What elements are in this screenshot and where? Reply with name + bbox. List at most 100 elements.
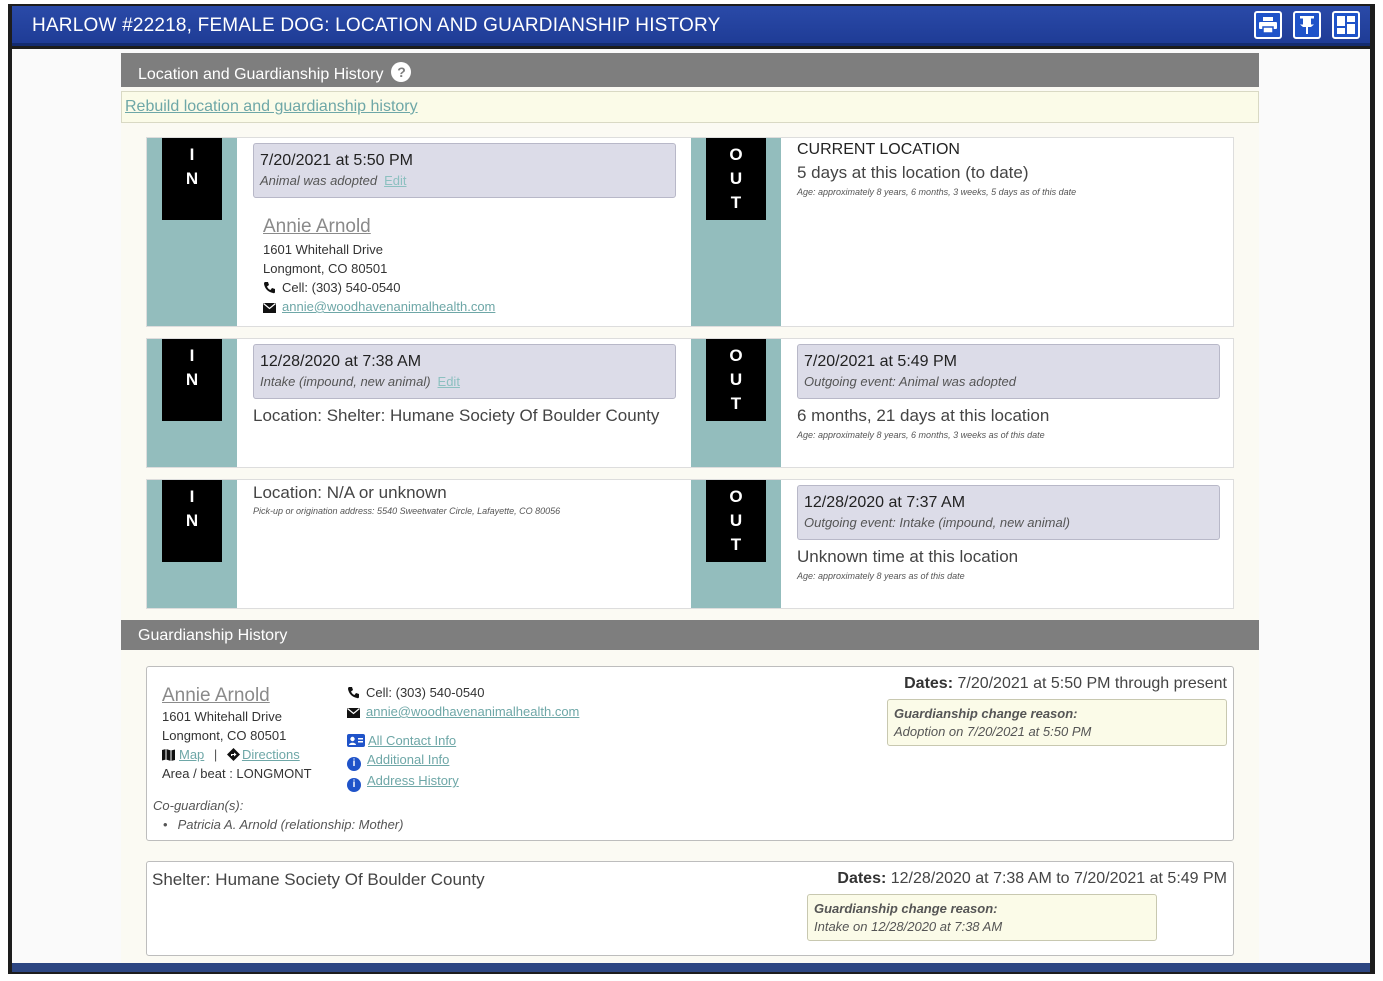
pin-icon [1300,16,1314,34]
event-box: 12/28/2020 at 7:38 AM Intake (impound, n… [253,344,676,399]
cell-phone: Cell: (303) 540-0540 [366,685,485,700]
print-button[interactable] [1254,11,1282,39]
in-badge: IN [162,480,222,562]
out-badge: OUT [706,339,766,421]
rebuild-history-link[interactable]: Rebuild location and guardianship histor… [125,98,418,115]
envelope-icon [263,303,276,313]
phone-icon [348,687,359,699]
coguardians-label: Co-guardian(s): [153,798,244,813]
window-title: HARLOW #22218, FEMALE DOG: LOCATION AND … [32,15,721,36]
address-history-link[interactable]: Address History [367,773,459,788]
address-line1: 1601 Whitehall Drive [263,242,383,257]
teal-strip: IN [147,339,237,467]
directions-icon [226,748,240,761]
in-half: IN 12/28/2020 at 7:38 AM Intake (impound… [147,339,691,467]
coguardian-item: • Patricia A. Arnold (relationship: Mothe… [163,817,404,832]
event-date: 7/20/2021 at 5:49 PM [804,353,957,370]
location-section-title: Location and Guardianship History [138,66,384,83]
out-half: OUT CURRENT LOCATION 5 days at this loca… [691,138,1235,326]
event-desc: Outgoing event: Intake (impound, new ani… [804,515,1070,530]
age-text: Age: approximately 8 years as of this da… [797,571,965,581]
event-desc: Outgoing event: Animal was adopted [804,374,1016,389]
contact-card-icon [347,734,365,747]
age-text: Age: approximately 8 years, 6 months, 3 … [797,187,1077,197]
event-date: 7/20/2021 at 5:50 PM [260,152,413,169]
map-link[interactable]: Map [179,747,204,762]
out-half: OUT 7/20/2021 at 5:49 PM Outgoing event:… [691,339,1235,467]
teal-strip: IN [147,138,237,326]
out-badge: OUT [706,138,766,220]
address-line2: Longmont, CO 80501 [162,728,287,743]
location-text: Location: N/A or unknown [253,483,447,502]
email-link[interactable]: annie@woodhavenanimalhealth.com [366,704,579,719]
teal-strip: OUT [691,138,781,326]
email-link[interactable]: annie@woodhavenanimalhealth.com [282,299,495,314]
edit-link[interactable]: Edit [384,173,406,188]
teal-strip: IN [147,480,237,608]
guardianship-section-header: Guardianship History [121,620,1259,650]
guardian-card: Annie Arnold 1601 Whitehall Drive Longmo… [146,666,1234,841]
guardianship-section-title: Guardianship History [138,627,288,644]
address-line1: 1601 Whitehall Drive [162,709,282,724]
in-half: IN Location: N/A or unknown Pick-up or o… [147,480,691,608]
reason-value: Adoption on 7/20/2021 at 5:50 PM [894,724,1092,739]
print-icon [1259,17,1277,33]
event-desc: Intake (impound, new animal) [260,374,431,389]
current-location-heading: CURRENT LOCATION [797,141,960,158]
reason-label: Guardianship change reason: [894,706,1078,721]
in-badge: IN [162,138,222,220]
in-body: 12/28/2020 at 7:38 AM Intake (impound, n… [253,339,676,426]
phone-icon [264,282,275,294]
guardian-name-link[interactable]: Annie Arnold [263,216,676,238]
all-contact-info-link[interactable]: All Contact Info [368,733,456,748]
help-icon[interactable]: ? [391,62,412,82]
link-separator: | [213,747,218,762]
guardian-card: Shelter: Humane Society Of Boulder Count… [146,861,1234,956]
out-badge: OUT [706,480,766,562]
area-beat: Area / beat : LONGMONT [162,766,312,781]
guardian-name-link[interactable]: Annie Arnold [162,685,342,707]
change-reason-box: Guardianship change reason: Intake on 12… [807,894,1157,941]
location-text: Location: Shelter: Humane Society Of Bou… [253,406,660,425]
in-body: Location: N/A or unknown Pick-up or orig… [253,483,676,516]
duration-text: 6 months, 21 days at this location [797,406,1050,425]
teal-strip: OUT [691,339,781,467]
event-box: 7/20/2021 at 5:50 PM Animal was adopted E… [253,143,676,198]
location-section-header: Location and Guardianship History? [121,53,1259,87]
edit-link[interactable]: Edit [438,374,460,389]
content-area: Location and Guardianship History? Rebui… [12,49,1370,963]
directions-link[interactable]: Directions [242,747,300,762]
envelope-icon [347,708,360,718]
location-row: IN 7/20/2021 at 5:50 PM Animal was adopt… [146,137,1234,327]
in-badge: IN [162,339,222,421]
location-row: IN Location: N/A or unknown Pick-up or o… [146,479,1234,609]
window-frame: HARLOW #22218, FEMALE DOG: LOCATION AND … [8,4,1375,974]
out-body: 7/20/2021 at 5:49 PM Outgoing event: Ani… [797,339,1220,440]
additional-info-link[interactable]: Additional Info [367,752,449,767]
reason-value: Intake on 12/28/2020 at 7:38 AM [814,919,1003,934]
info-icon: i [347,757,361,771]
duration-text: Unknown time at this location [797,547,1019,566]
teal-strip: OUT [691,480,781,608]
location-row: IN 12/28/2020 at 7:38 AM Intake (impound… [146,338,1234,468]
title-bar: HARLOW #22218, FEMALE DOG: LOCATION AND … [12,6,1370,46]
in-half: IN 7/20/2021 at 5:50 PM Animal was adopt… [147,138,691,326]
bottom-strip [12,963,1370,972]
map-icon [162,749,175,761]
in-body: 7/20/2021 at 5:50 PM Animal was adopted E… [253,138,676,316]
guardianship-dates: Dates: 7/20/2021 at 5:50 PM through pres… [904,675,1227,692]
layout-icon [1337,16,1355,34]
shelter-name: Shelter: Humane Society Of Boulder Count… [152,870,485,889]
pin-button[interactable] [1293,11,1321,39]
event-date: 12/28/2020 at 7:38 AM [260,353,422,370]
event-box: 12/28/2020 at 7:37 AM Outgoing event: In… [797,485,1220,540]
layout-button[interactable] [1332,11,1360,39]
address-line2: Longmont, CO 80501 [263,261,388,276]
event-box: 7/20/2021 at 5:49 PM Outgoing event: Ani… [797,344,1220,399]
reason-label: Guardianship change reason: [814,901,998,916]
duration-text: 5 days at this location (to date) [797,163,1029,182]
event-date: 12/28/2020 at 7:37 AM [804,494,966,511]
out-half: OUT 12/28/2020 at 7:37 AM Outgoing event… [691,480,1235,608]
change-reason-box: Guardianship change reason: Adoption on … [887,699,1227,746]
rebuild-bar: Rebuild location and guardianship histor… [121,91,1259,123]
